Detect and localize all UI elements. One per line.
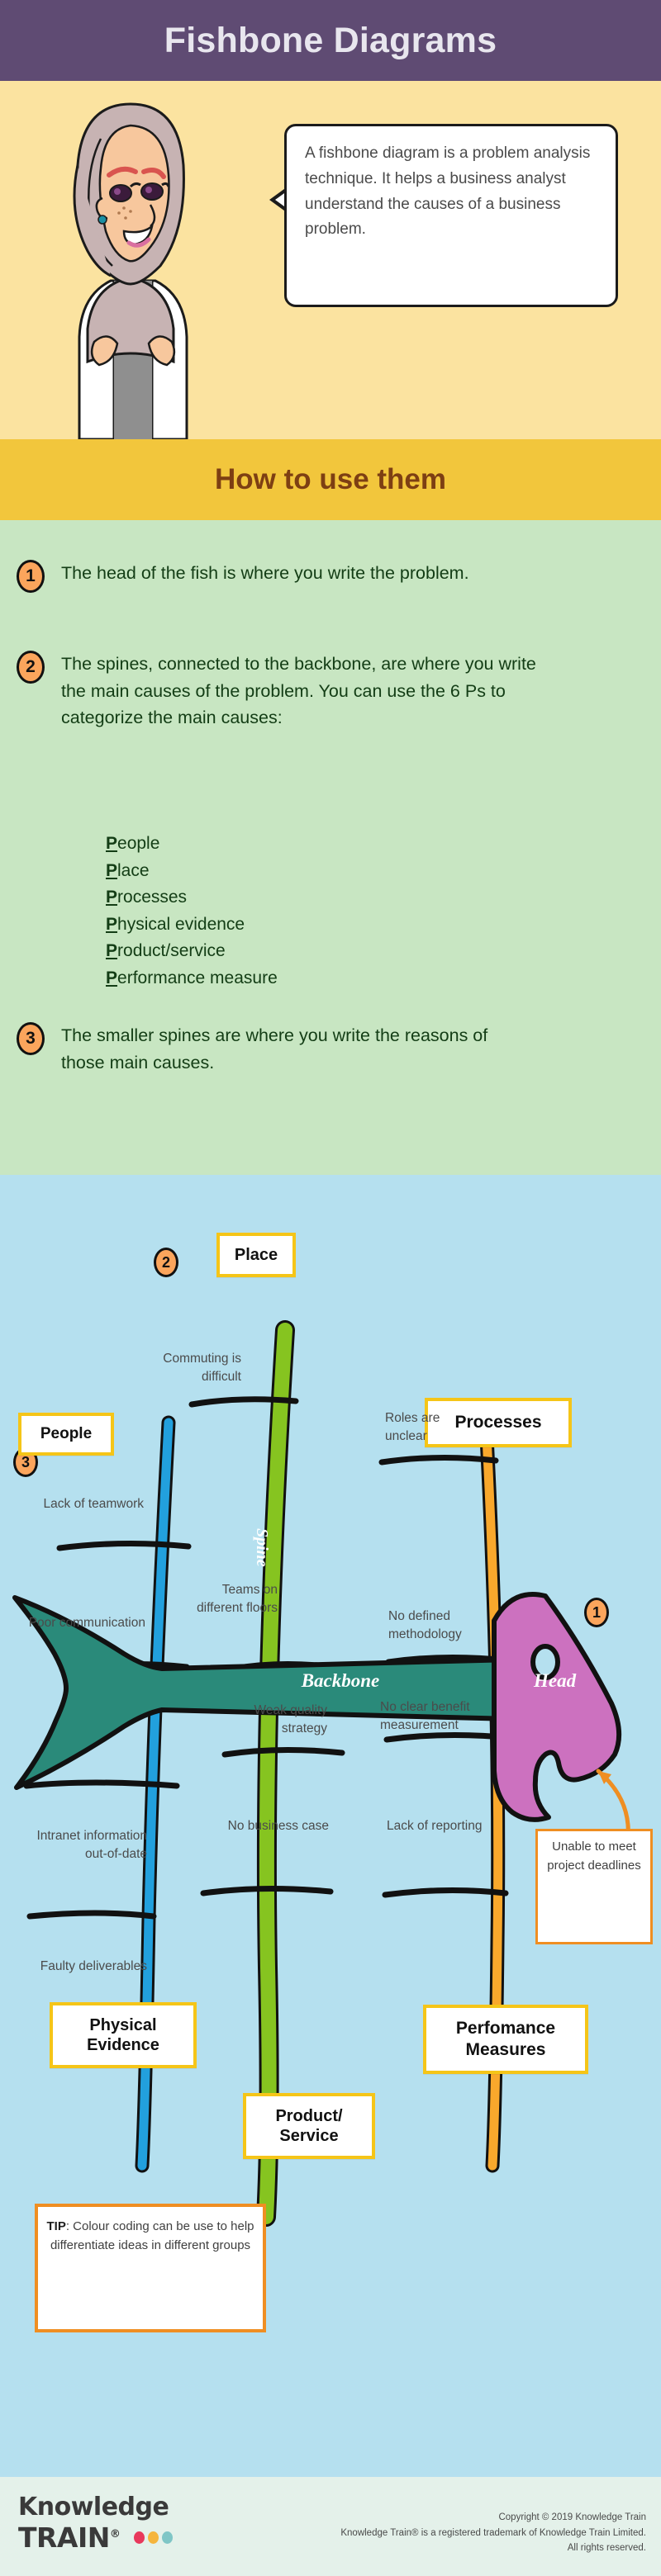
logo-line-2: TRAIN® bbox=[18, 2520, 176, 2553]
head-label: Head bbox=[534, 1670, 577, 1691]
problem-statement-box[interactable]: Unable to meet project deadlines bbox=[535, 1829, 653, 1944]
step-1: 1 The head of the fish is where you writ… bbox=[17, 560, 562, 593]
logo-dots bbox=[134, 2520, 176, 2550]
six-ps-item: Performance measure bbox=[106, 968, 278, 987]
six-ps-item: Product/service bbox=[106, 941, 226, 961]
six-ps-item: Physical evidence bbox=[106, 914, 245, 934]
logo-dot-red bbox=[134, 2531, 145, 2544]
six-ps-item: People bbox=[106, 834, 160, 853]
cause-teams-on-different-floors: Teams on different floors bbox=[197, 1583, 278, 1615]
category-card-physical-evidence[interactable]: Physical Evidence bbox=[50, 2002, 197, 2068]
step-1-badge: 1 bbox=[17, 560, 45, 593]
page-title: Fishbone Diagrams bbox=[164, 20, 497, 60]
copyright-line-1: Copyright © 2019 Knowledge Train bbox=[498, 2512, 646, 2522]
fishbone-diagram-section: Spine Backbone Head 2 3 1 Place People P… bbox=[0, 1175, 661, 2477]
step-2-text: The spines, connected to the backbone, a… bbox=[61, 654, 536, 728]
cause-intranet-information-out-of-date: Intranet information out-of-date bbox=[36, 1829, 147, 1861]
page-header: Fishbone Diagrams bbox=[0, 0, 661, 81]
logo-dot-teal bbox=[162, 2531, 174, 2544]
category-card-performance-measures[interactable]: Perfomance Measures bbox=[423, 2005, 588, 2074]
speech-bubble-text: A fishbone diagram is a problem analysis… bbox=[305, 144, 591, 239]
how-to-use-title: How to use them bbox=[214, 463, 447, 495]
cause-faulty-deliverables: Faulty deliverables bbox=[40, 1959, 147, 1973]
speech-bubble: A fishbone diagram is a problem analysis… bbox=[284, 124, 618, 307]
cause-poor-communication: Poor communication bbox=[28, 1616, 145, 1630]
category-card-people[interactable]: People bbox=[18, 1413, 114, 1456]
step-2: 2 The spines, connected to the backbone,… bbox=[17, 651, 578, 732]
step-3: 3 The smaller spines are where you write… bbox=[17, 1022, 562, 1076]
fishbone-badge-2: 2 bbox=[154, 1248, 178, 1277]
how-to-use-band: How to use them bbox=[0, 439, 661, 520]
six-ps-item: Processes bbox=[106, 888, 188, 907]
copyright-line-2: Knowledge Train® is a registered tradema… bbox=[340, 2527, 646, 2538]
business-analyst-avatar bbox=[73, 102, 188, 439]
step-3-text: The smaller spines are where you write t… bbox=[61, 1025, 488, 1073]
cause-weak-quality-strategy: Weak quality strategy bbox=[254, 1703, 327, 1735]
cause-roles-are-unclear: Roles are unclear bbox=[385, 1411, 440, 1443]
step-1-text: The head of the fish is where you write … bbox=[61, 563, 469, 583]
backbone-label: Backbone bbox=[301, 1670, 380, 1691]
copyright-block: Copyright © 2019 Knowledge Train Knowled… bbox=[340, 2510, 646, 2556]
cause-no-defined-methodology: No defined methodology bbox=[388, 1609, 462, 1641]
tip-box: TIP: Colour coding can be use to help di… bbox=[35, 2204, 266, 2332]
intro-section: A fishbone diagram is a problem analysis… bbox=[0, 81, 661, 439]
logo-line-1: Knowledge bbox=[18, 2493, 169, 2522]
cause-commuting-is-difficult: Commuting is difficult bbox=[163, 1352, 241, 1384]
step-3-badge: 3 bbox=[17, 1022, 45, 1055]
page-footer: Knowledge TRAIN® Copyright © 2019 Knowle… bbox=[0, 2477, 661, 2576]
copyright-line-3: All rights reserved. bbox=[567, 2543, 646, 2554]
cause-no-business-case: No business case bbox=[227, 1819, 329, 1833]
logo-dot-yellow bbox=[148, 2531, 159, 2544]
steps-section: 1 The head of the fish is where you writ… bbox=[0, 520, 661, 1175]
category-card-product-service[interactable]: Product/ Service bbox=[243, 2093, 375, 2159]
knowledge-train-logo: Knowledge TRAIN® bbox=[18, 2495, 176, 2553]
fishbone-badge-1: 1 bbox=[584, 1598, 609, 1627]
cause-lack-of-teamwork: Lack of teamwork bbox=[43, 1497, 144, 1511]
spine-label: Spine bbox=[253, 1528, 271, 1567]
infographic-page: Fishbone Diagrams A fishbone diagram is … bbox=[0, 0, 661, 2576]
tip-text: : Colour coding can be use to help diffe… bbox=[50, 2219, 254, 2253]
cause-lack-of-reporting: Lack of reporting bbox=[387, 1819, 483, 1833]
category-card-place[interactable]: Place bbox=[216, 1233, 296, 1277]
six-ps-item: Place bbox=[106, 860, 150, 880]
step-2-badge: 2 bbox=[17, 651, 45, 684]
cause-no-clear-benefit-measurement: No clear benefit measurement bbox=[380, 1700, 470, 1732]
tip-label: TIP bbox=[46, 2219, 66, 2233]
six-ps-list: People Place Processes Physical evidence… bbox=[106, 831, 278, 992]
